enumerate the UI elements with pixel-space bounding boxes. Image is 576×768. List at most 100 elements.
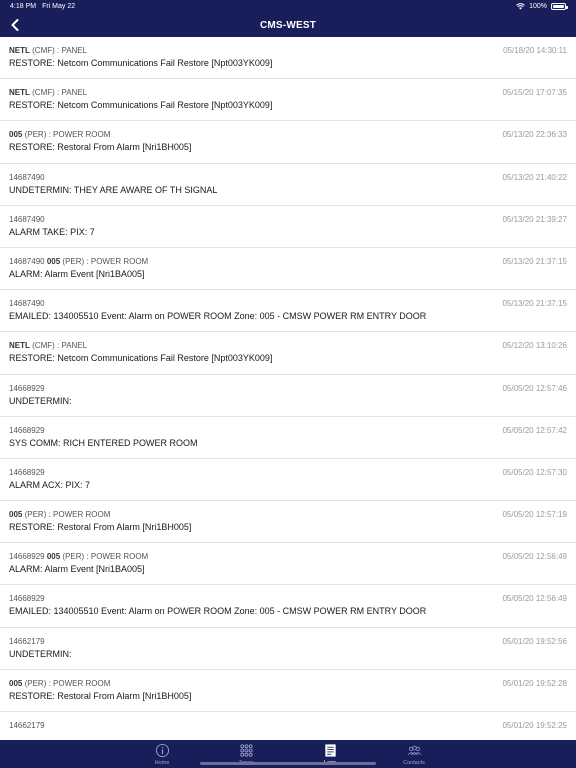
log-entry-timestamp: 05/05/20 12:57:19 (502, 510, 567, 520)
log-entry[interactable]: 14668929 05/05/20 12:57:42 SYS COMM: RIC… (0, 417, 576, 459)
log-entry-timestamp: 05/01/20 19:52:56 (502, 636, 567, 646)
log-entry-timestamp: 05/01/20 19:52:28 (502, 678, 567, 688)
log-entry-header: 14668929 (9, 426, 567, 435)
log-entry-header: 14662179 (9, 721, 567, 730)
log-entry-zone-info: 14668929 (9, 425, 45, 435)
log-entry-message: RESTORE: Restoral From Alarm [Nri1BH005] (9, 522, 192, 533)
home-indicator (200, 762, 376, 765)
log-entry[interactable]: 14687490 05/13/20 21:37:15 EMAILED: 1340… (0, 290, 576, 333)
log-entry[interactable]: 005 (PER) : POWER ROOM 05/05/20 12:57:19… (0, 501, 576, 544)
log-entry-zone-info: (CMF) : PANEL (32, 341, 88, 351)
log-entry-message: UNDETERMIN: (9, 648, 72, 659)
tab-label: Contacts (403, 760, 425, 766)
log-entry-message: ALARM: Alarm Event [Nri1BA005] (9, 564, 145, 575)
log-entry[interactable]: 14662179 05/01/20 19:52:56 UNDETERMIN: (0, 628, 576, 670)
log-entry[interactable]: 005 (PER) : POWER ROOM 05/13/20 22:36:33… (0, 121, 576, 164)
log-entry-timestamp: 05/05/20 12:57:30 (502, 467, 567, 477)
log-entry-timestamp: 05/12/20 13:10:26 (502, 341, 567, 351)
log-entry-zone-info: (PER) : POWER ROOM (62, 552, 149, 562)
log-entry[interactable]: NETL (CMF) : PANEL 05/15/20 17:07:35 RES… (0, 79, 576, 122)
log-entry-zone-info: (CMF) : PANEL (32, 46, 88, 55)
log-entry-zone-code: 005 (46, 552, 61, 562)
log-entry-header: 14668929 (9, 384, 567, 393)
log-entry-timestamp: 05/13/20 21:40:22 (502, 172, 567, 182)
tab-label: Home (154, 760, 170, 766)
log-entry-zone-info: 14668929 (9, 467, 45, 477)
log-entry-timestamp: 05/15/20 17:07:35 (502, 88, 567, 98)
status-right: 100% (516, 3, 568, 10)
log-entry-header: 14668929 (9, 468, 567, 477)
log-entry-event-id: 14687490 (9, 256, 45, 266)
log-entry-header: 14687490 (9, 299, 567, 308)
log-entry-message: ALARM TAKE: PIX: 7 (9, 226, 95, 237)
log-entry[interactable]: 14668929 005 (PER) : POWER ROOM 05/05/20… (0, 543, 576, 586)
log-entry-zone-code: 005 (46, 256, 61, 266)
log-entry[interactable]: NETL (CMF) : PANEL 05/12/20 13:10:26 RES… (0, 332, 576, 375)
log-entry[interactable]: 14687490 005 (PER) : POWER ROOM 05/13/20… (0, 248, 576, 291)
page-title: CMS-WEST (259, 19, 317, 31)
log-entry[interactable]: 14668929 05/05/20 12:57:46 UNDETERMIN: (0, 375, 576, 417)
log-entry-timestamp: 05/13/20 22:36:33 (502, 130, 567, 140)
log-entry-zone-code: NETL (9, 341, 30, 351)
log-entry-message: RESTORE: Restoral From Alarm [Nri1BH005] (9, 690, 192, 701)
log-entry[interactable]: 14668929 05/05/20 12:57:30 ALARM ACX: PI… (0, 459, 576, 502)
log-entry-zone-info: 14662179 (9, 721, 45, 730)
tab-contacts[interactable]: Contacts (372, 740, 456, 768)
log-entry-message: RESTORE: Netcom Communications Fail Rest… (9, 58, 273, 68)
log-entry-timestamp: 05/18/20 14:30:11 (503, 46, 567, 55)
log-entry-header: 14687490 (9, 173, 567, 182)
log-entry-header: 14687490 005 (PER) : POWER ROOM (9, 257, 567, 266)
status-bar: 4:18 PM Fri May 22 100% (0, 0, 576, 13)
log-entry-header: 14662179 (9, 637, 567, 646)
log-entry-zone-code: NETL (9, 88, 30, 98)
log-entry-header: 14668929 005 (PER) : POWER ROOM (9, 552, 567, 561)
log-entry-message: ALARM ACX: PIX: 7 (9, 479, 91, 490)
log-entry-message: EMAILED: 134005510 Event: Alarm on POWER… (9, 311, 427, 322)
log-entry-timestamp: 05/05/20 12:56:49 (502, 552, 567, 562)
back-button[interactable] (6, 16, 24, 34)
log-entry-message: SYS COMM: RICH ENTERED POWER ROOM (9, 437, 198, 448)
battery-percent: 100% (529, 3, 547, 10)
nav-bar: CMS-WEST (0, 13, 576, 37)
log-entry[interactable]: 14662179 05/01/20 19:52:25 (0, 712, 576, 740)
log-entry-zone-code: 005 (9, 130, 23, 140)
log-entry-zone-code: NETL (9, 46, 30, 55)
log-list[interactable]: NETL (CMF) : PANEL 05/18/20 14:30:11 RES… (0, 37, 576, 740)
log-entry-message: EMAILED: 134005510 Event: Alarm on POWER… (9, 606, 427, 617)
log-entry-timestamp: 05/13/20 21:37:15 (502, 256, 567, 266)
log-entry-zone-info: 14662179 (9, 636, 45, 646)
log-entry[interactable]: 14668929 05/05/20 12:56:49 EMAILED: 1340… (0, 585, 576, 628)
log-entry-timestamp: 05/13/20 21:37:15 (502, 299, 567, 309)
log-entry-zone-info: 14687490 (9, 299, 45, 309)
log-entry-zone-code: 005 (9, 510, 23, 520)
tab-home[interactable]: Home (120, 740, 204, 768)
log-entry[interactable]: 14687490 05/13/20 21:40:22 UNDETERMIN: T… (0, 164, 576, 206)
log-entry[interactable]: NETL (CMF) : PANEL 05/18/20 14:30:11 RES… (0, 37, 576, 80)
log-entry[interactable]: 14687490 05/13/20 21:39:27 ALARM TAKE: P… (0, 206, 576, 248)
status-date: Fri May 22 (42, 3, 76, 10)
log-entry-zone-code: 005 (9, 678, 23, 688)
log-entry-zone-info: 14668929 (9, 383, 45, 393)
log-entry-timestamp: 05/13/20 21:39:27 (502, 214, 567, 224)
contacts-icon (407, 745, 421, 756)
log-entry-zone-info: 14687490 (9, 214, 45, 224)
log-entry-header: 14687490 (9, 215, 567, 224)
log-entry-timestamp: 05/01/20 19:52:25 (502, 721, 567, 730)
log-entry-timestamp: 05/05/20 12:57:42 (502, 425, 567, 435)
log-entry-zone-info: 14668929 (9, 594, 45, 604)
log-entry-message: ALARM: Alarm Event [Nri1BA005] (9, 268, 145, 279)
log-entry-event-id: 14668929 (9, 552, 45, 562)
wifi-icon (516, 3, 525, 10)
log-entry-zone-info: (PER) : POWER ROOM (24, 130, 111, 140)
log-entry-timestamp: 05/05/20 12:56:49 (502, 594, 567, 604)
battery-icon (551, 3, 568, 10)
log-entry-zone-info: (PER) : POWER ROOM (62, 256, 149, 266)
log-entry-timestamp: 05/05/20 12:57:46 (502, 383, 567, 393)
log-entry-zone-info: (CMF) : PANEL (32, 88, 88, 98)
log-entry-header: NETL (CMF) : PANEL (9, 88, 567, 97)
info-icon (155, 743, 169, 758)
log-entry[interactable]: 005 (PER) : POWER ROOM 05/01/20 19:52:28… (0, 670, 576, 712)
log-entry-header: 14668929 (9, 594, 567, 603)
log-entry-header: 005 (PER) : POWER ROOM (9, 510, 567, 519)
log-entry-message: RESTORE: Netcom Communications Fail Rest… (9, 100, 273, 111)
